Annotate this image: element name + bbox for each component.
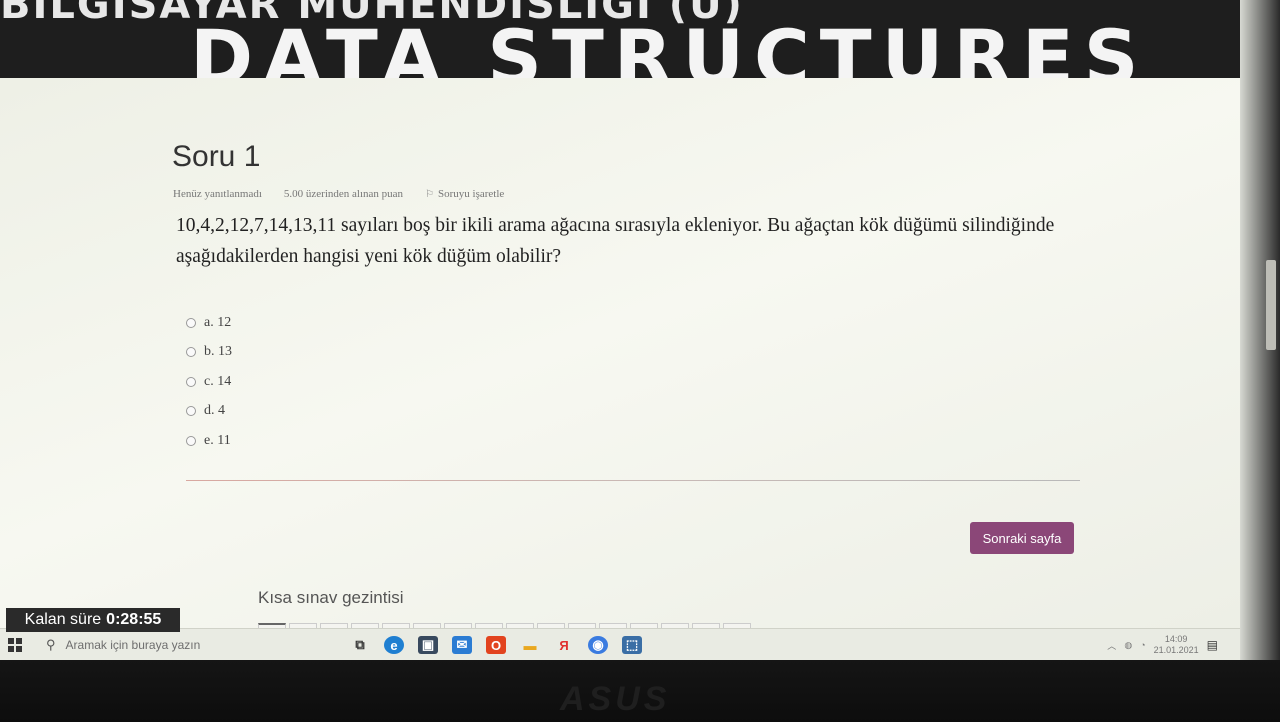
time-remaining-label: Kalan süre — [24, 611, 102, 628]
radio-button[interactable] — [186, 435, 196, 446]
volume-icon[interactable]: ◔ — [1140, 640, 1145, 650]
radio-button[interactable] — [186, 347, 196, 358]
taskbar: ⚲ Aramak için buraya yazın ⧉ e ▣ ✉ O ▬ Я… — [0, 628, 1240, 660]
chevron-up-icon[interactable]: ︿ — [1107, 639, 1116, 652]
search-icon: ⚲ — [46, 637, 56, 652]
option-a[interactable]: a. 12 — [186, 308, 232, 338]
windows-start-icon[interactable] — [8, 638, 22, 652]
taskbar-search-placeholder: Aramak için buraya yazın — [65, 638, 201, 652]
question-title: Soru 1 — [172, 140, 261, 173]
flag-icon: ⚐ — [425, 188, 434, 200]
screen: BİLGİSAYAR MÜHENDİSLİĞİ (Ü) DATA STRUCTU… — [0, 0, 1280, 660]
edge-browser-icon[interactable]: e — [384, 636, 404, 654]
option-label: a. 12 — [204, 314, 232, 330]
notifications-icon[interactable]: ▤ — [1207, 638, 1218, 652]
option-d[interactable]: d. 4 — [186, 397, 232, 427]
mail-icon[interactable]: ✉ — [452, 636, 472, 654]
option-label: d. 4 — [204, 403, 225, 419]
question-status: Henüz yanıtlanmadı — [173, 188, 262, 200]
radio-button[interactable] — [186, 406, 196, 417]
question-info: Henüz yanıtlanmadı 5.00 üzerinden alınan… — [173, 188, 504, 200]
file-explorer-icon[interactable]: ▬ — [520, 636, 540, 654]
banner-course-title: DATA STRUCTURES — [190, 13, 1149, 79]
option-c[interactable]: c. 14 — [186, 367, 232, 397]
quiz-content: Soru 1 Henüz yanıtlanmadı 5.00 üzerinden… — [0, 78, 1280, 660]
task-view-icon[interactable]: ⧉ — [350, 636, 370, 654]
time-remaining-value: 0:28:55 — [106, 611, 162, 628]
clock-time: 14:09 — [1164, 634, 1188, 644]
flag-question-label: Soruyu işaretle — [438, 188, 505, 200]
office-icon[interactable]: O — [486, 636, 506, 654]
divider — [186, 480, 1080, 481]
network-icon[interactable]: ◍ — [1124, 640, 1132, 651]
chrome-icon[interactable]: ◉ — [588, 636, 608, 654]
system-clock[interactable]: 14:09 21.01.2021 — [1154, 634, 1199, 656]
question-text: 10,4,2,12,7,14,13,11 sayıları boş bir ik… — [176, 215, 1055, 267]
radio-button[interactable] — [186, 317, 196, 328]
answer-options: a. 12 b. 13 c. 14 d. 4 e. 11 — [186, 308, 232, 456]
clock-date: 21.01.2021 — [1153, 645, 1199, 655]
yandex-browser-icon[interactable]: Я — [554, 636, 574, 654]
option-b[interactable]: b. 13 — [186, 338, 232, 368]
laptop-brand-logo: ASUS — [560, 680, 671, 718]
question-points: 5.00 üzerinden alınan puan — [283, 188, 404, 200]
option-label: e. 11 — [204, 432, 231, 448]
quiz-navigation-title: Kısa sınav gezintisi — [258, 588, 404, 607]
app-icon[interactable]: ⬚ — [622, 636, 642, 654]
time-remaining: Kalan süre 0:28:55 — [6, 608, 180, 632]
course-banner: BİLGİSAYAR MÜHENDİSLİĞİ (Ü) DATA STRUCTU… — [0, 0, 1280, 78]
next-page-button[interactable]: Sonraki sayfa — [970, 522, 1074, 554]
pinned-apps: ⧉ e ▣ ✉ O ▬ Я ◉ ⬚ — [350, 636, 642, 654]
taskbar-search[interactable]: ⚲ Aramak için buraya yazın — [46, 630, 336, 660]
option-label: c. 14 — [204, 373, 232, 389]
option-label: b. 13 — [204, 344, 232, 360]
flag-question-link[interactable]: ⚐ Soruyu işaretle — [425, 188, 504, 200]
scrollbar[interactable] — [1266, 260, 1276, 350]
store-icon[interactable]: ▣ — [418, 636, 438, 654]
radio-button[interactable] — [186, 376, 196, 387]
system-tray: ︿ ◍ ◔ 14:09 21.01.2021 ▤ — [1107, 629, 1218, 660]
option-e[interactable]: e. 11 — [186, 426, 232, 456]
